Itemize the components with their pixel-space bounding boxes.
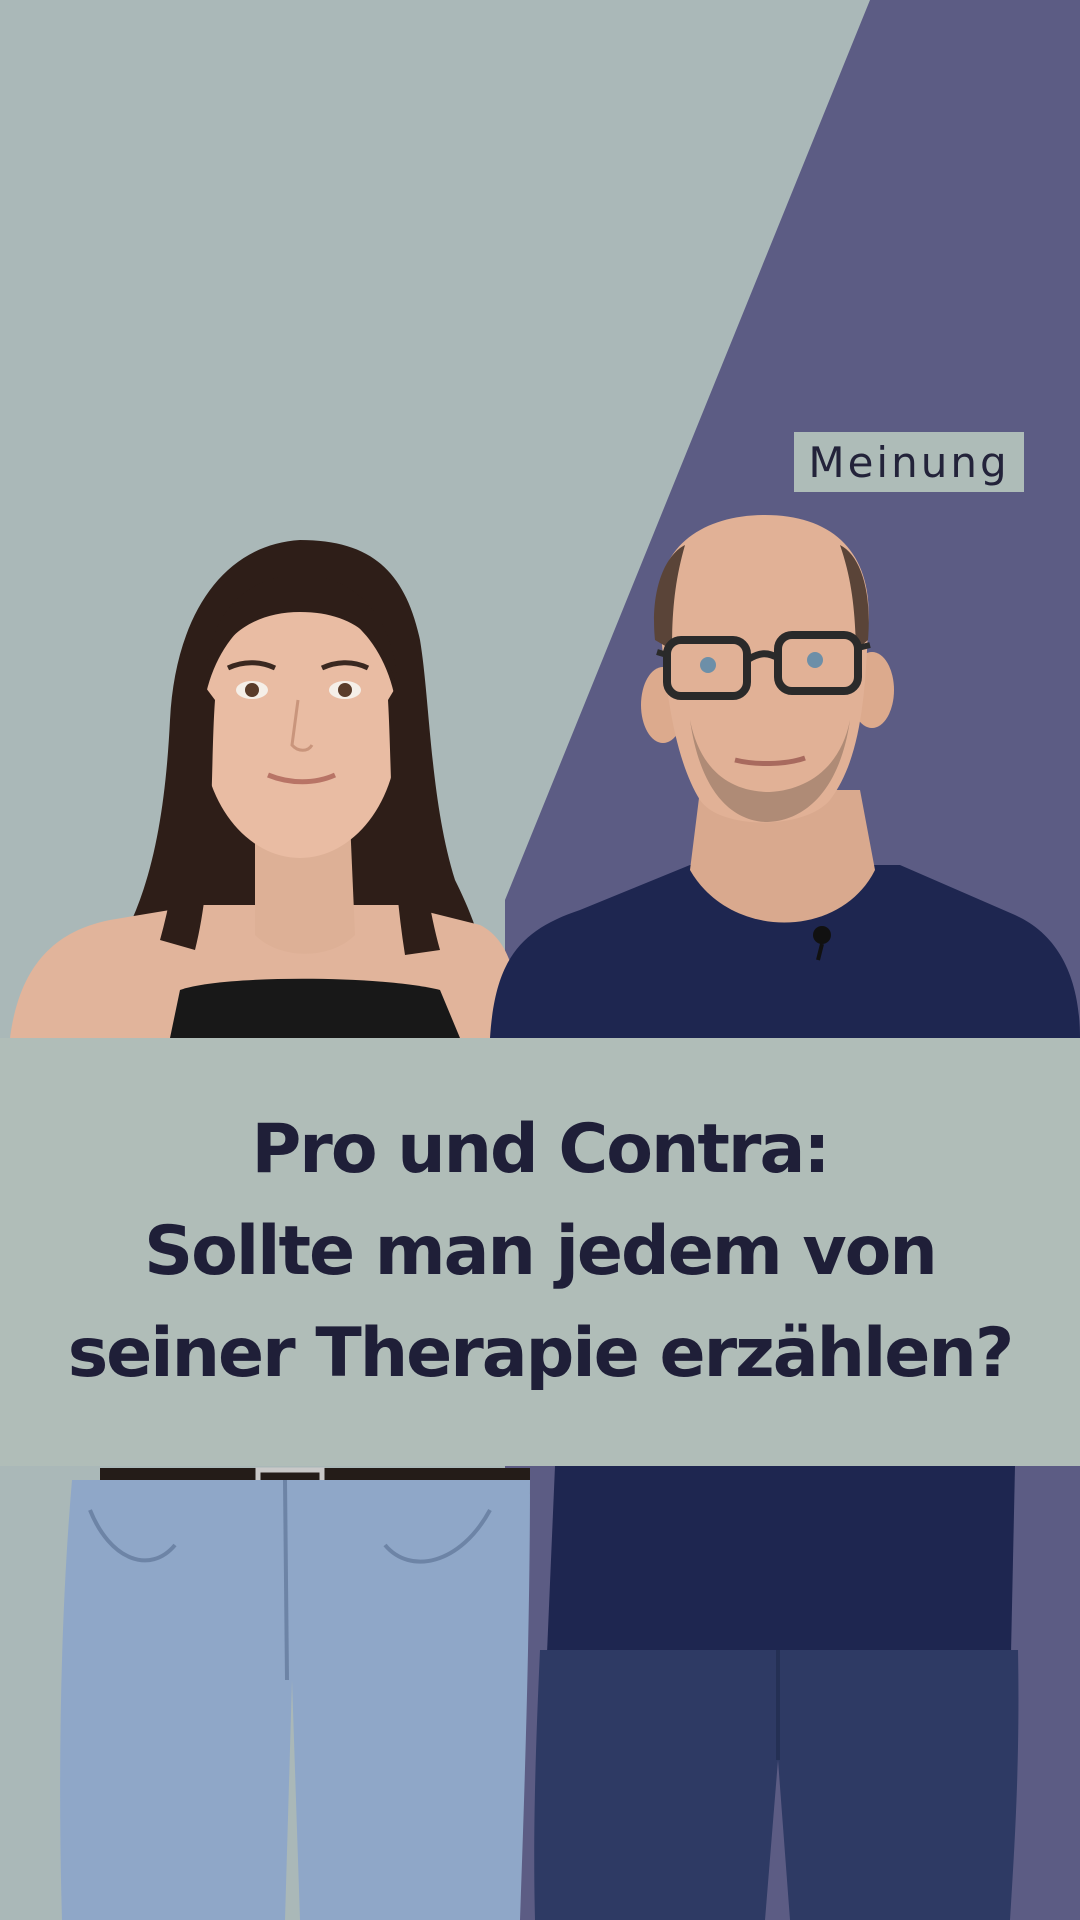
woman-top	[170, 978, 460, 1038]
headline-line-3: seiner Therapie erzählen?	[67, 1314, 1015, 1393]
man-head	[658, 515, 869, 823]
woman-face	[202, 602, 398, 858]
headline-line-1: Pro und Contra:	[251, 1110, 830, 1189]
headline-banner: Pro und Contra: Sollte man jedem von sei…	[0, 1038, 1080, 1466]
opinion-tag-label: Meinung	[808, 437, 1010, 487]
video-frame: Meinung Pro und Contra: Sollte man jedem…	[0, 0, 1080, 1920]
headline-line-2: Sollte man jedem von	[144, 1212, 938, 1291]
opinion-tag: Meinung	[794, 432, 1024, 492]
background-scene	[0, 0, 1080, 1920]
